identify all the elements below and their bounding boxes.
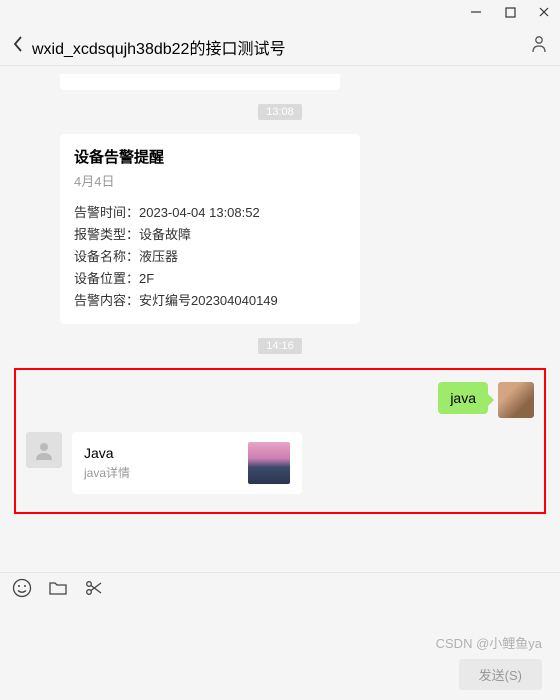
user-avatar[interactable] bbox=[498, 382, 534, 418]
input-toolbar bbox=[0, 572, 560, 608]
timestamp-badge: 14:16 bbox=[258, 338, 302, 354]
minimize-button[interactable] bbox=[468, 4, 484, 20]
chat-title: wxid_xcdsqujh38db22的接口测试号 bbox=[32, 35, 522, 59]
link-card-message[interactable]: Java java详情 bbox=[72, 432, 302, 494]
alert-title: 设备告警提醒 bbox=[74, 146, 346, 167]
alert-row: 告警时间：2023-04-04 13:08:52 bbox=[74, 202, 346, 224]
alert-card-message[interactable]: 设备告警提醒 4月4日 告警时间：2023-04-04 13:08:52 报警类… bbox=[60, 134, 360, 324]
alert-row: 设备位置：2F bbox=[74, 268, 346, 290]
scissors-icon[interactable] bbox=[84, 578, 104, 603]
send-button[interactable]: 发送(S) bbox=[459, 659, 542, 690]
close-button[interactable] bbox=[536, 4, 552, 20]
link-card-subtitle: java详情 bbox=[84, 464, 130, 481]
alert-row: 告警内容：安灯编号202304040149 bbox=[74, 290, 346, 312]
alert-date: 4月4日 bbox=[74, 171, 346, 190]
back-icon[interactable] bbox=[12, 35, 24, 58]
message-bubble[interactable]: java bbox=[438, 382, 488, 414]
window-titlebar bbox=[0, 0, 560, 28]
message-card-partial bbox=[60, 74, 340, 90]
contact-info-icon[interactable] bbox=[530, 34, 548, 59]
link-card-thumbnail bbox=[248, 442, 290, 484]
alert-row: 报警类型：设备故障 bbox=[74, 224, 346, 246]
highlight-annotation: java Java java详情 bbox=[14, 368, 546, 514]
maximize-button[interactable] bbox=[502, 4, 518, 20]
watermark-text: CSDN @小鲤鱼ya bbox=[436, 633, 542, 652]
alert-row: 设备名称：液压器 bbox=[74, 246, 346, 268]
chat-header: wxid_xcdsqujh38db22的接口测试号 bbox=[0, 28, 560, 66]
link-card-title: Java bbox=[84, 445, 130, 461]
incoming-message: Java java详情 bbox=[16, 432, 544, 494]
message-input-area[interactable]: CSDN @小鲤鱼ya 发送(S) bbox=[0, 608, 560, 700]
bot-avatar[interactable] bbox=[26, 432, 62, 468]
folder-icon[interactable] bbox=[48, 579, 68, 602]
outgoing-message: java bbox=[16, 382, 544, 432]
emoji-icon[interactable] bbox=[12, 578, 32, 603]
chat-messages-area[interactable]: 13:08 设备告警提醒 4月4日 告警时间：2023-04-04 13:08:… bbox=[0, 66, 560, 572]
timestamp-badge: 13:08 bbox=[258, 104, 302, 120]
